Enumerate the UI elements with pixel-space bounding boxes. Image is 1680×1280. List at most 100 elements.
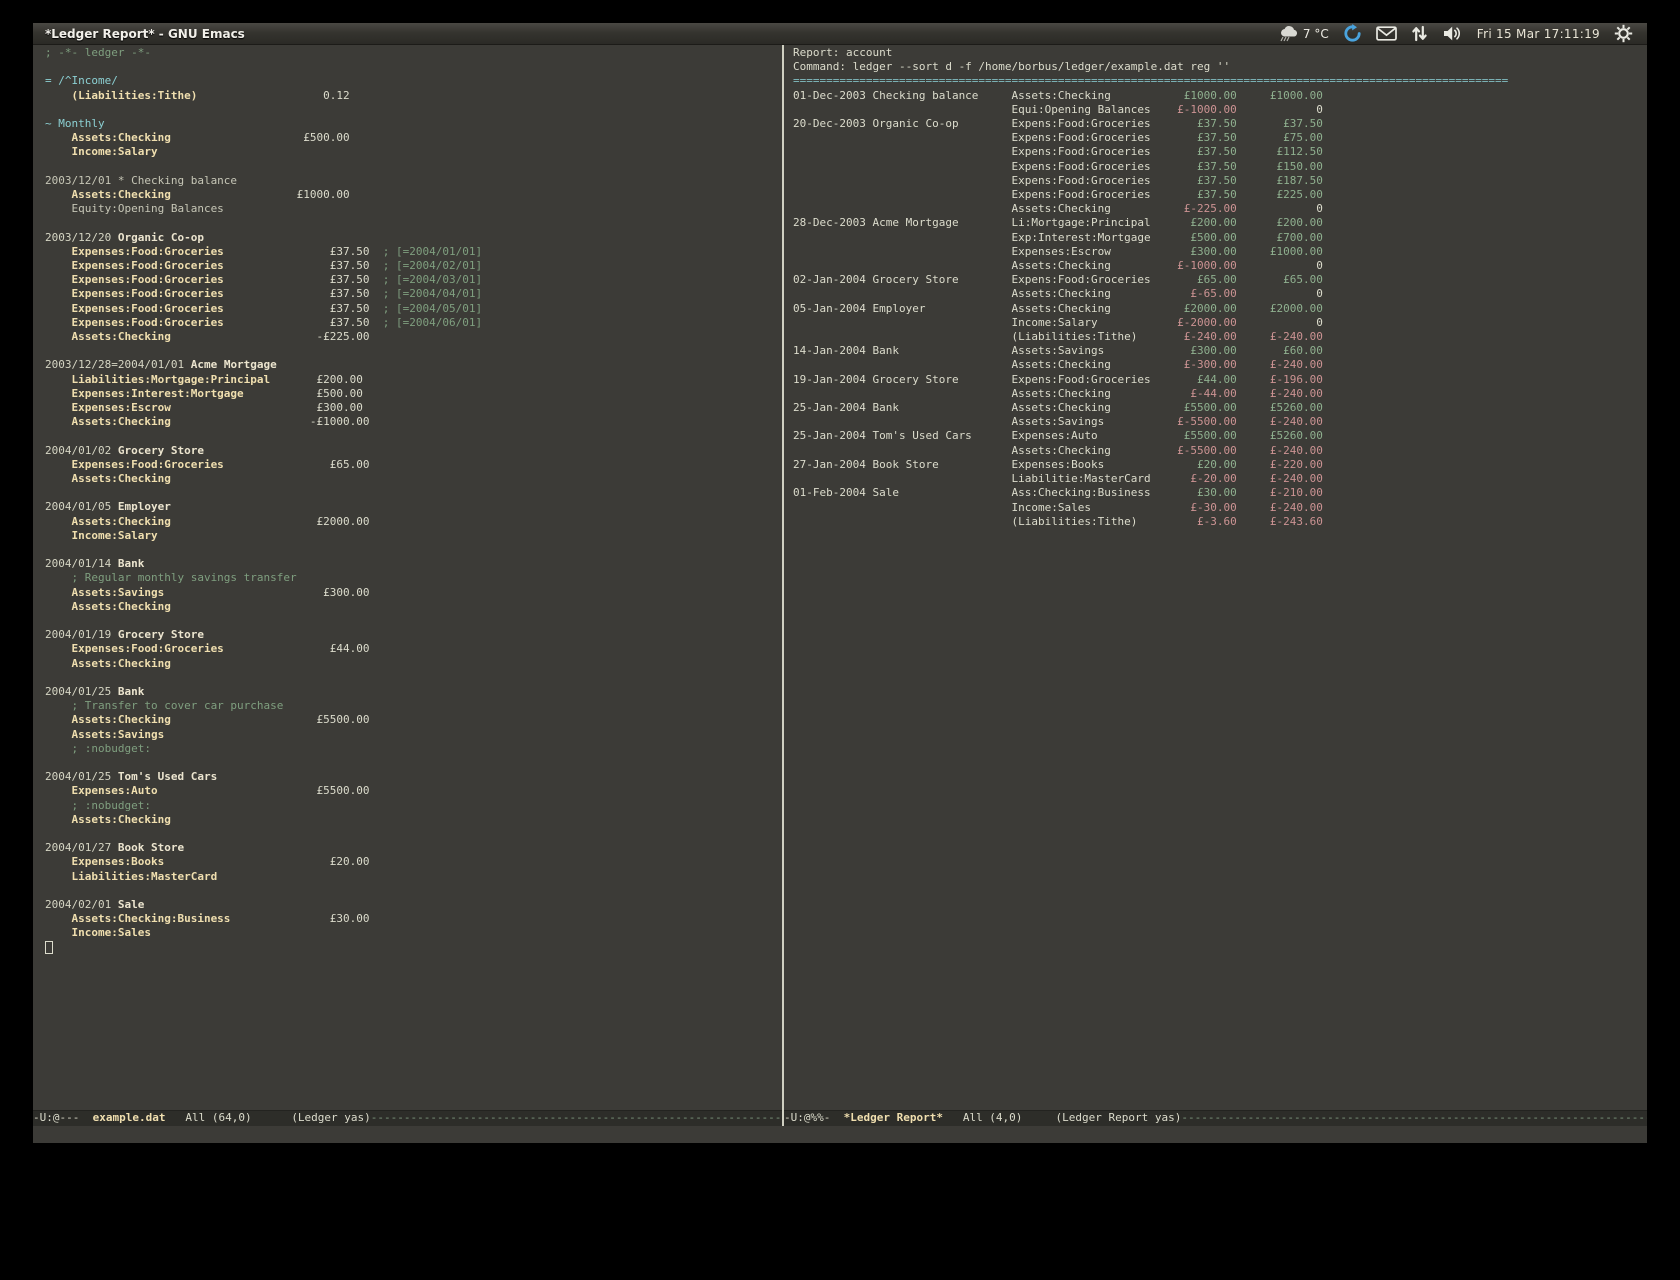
buffer-line	[45, 614, 782, 628]
text-segment: Expenses:Food:Groceries	[45, 458, 224, 471]
text-segment: Equi:Opening Balances	[793, 103, 1157, 116]
text-segment: 01-Feb-2004 Sale Ass:Checking:Business	[793, 486, 1157, 499]
text-segment: £200.00	[1157, 216, 1236, 229]
buffer-line: Expenses:Food:Groceries £37.50 ; [=2004/…	[45, 302, 782, 316]
weather-cloud-icon	[1279, 25, 1299, 42]
text-segment: Assets:Checking	[793, 202, 1157, 215]
text-segment: 2004/02/01	[45, 898, 118, 911]
buffer-line: 2003/12/20 Organic Co-op	[45, 231, 782, 245]
buffer-line: Expenses:Escrow £300.00 £1000.00	[793, 245, 1647, 259]
text-segment: £2000.00	[1157, 302, 1236, 315]
text-segment: £-240.00	[1243, 444, 1322, 457]
buffer-line: Assets:Savings £300.00	[45, 586, 782, 600]
text-segment: £-44.00	[1157, 387, 1236, 400]
text-segment: -£225.00	[171, 330, 370, 343]
buffer-line: ; -*- ledger -*-	[45, 46, 782, 60]
buffer-line: Expenses:Food:Groceries £37.50 ; [=2004/…	[45, 245, 782, 259]
text-segment: ; Transfer to cover car purchase	[45, 699, 283, 712]
text-segment: 01-Dec-2003 Checking balance Assets:Chec…	[793, 89, 1157, 102]
text-segment: £300.00	[1157, 344, 1236, 357]
text-segment: 2003/12/01 * Checking balance	[45, 174, 237, 187]
ledger-report-buffer[interactable]: Report: accountCommand: ledger --sort d …	[784, 45, 1647, 1110]
buffer-line: Assets:Checking £-225.00 0	[793, 202, 1647, 216]
buffer-name: *Ledger Report*	[844, 1111, 943, 1124]
text-segment: £1000.00	[1157, 89, 1236, 102]
text-segment: (Liabilities:Tithe)	[45, 89, 197, 102]
buffer-line: 2004/01/02 Grocery Store	[45, 444, 782, 458]
text-segment: Assets:Checking:Business	[45, 912, 230, 925]
weather-applet[interactable]: 7 °C	[1279, 25, 1329, 42]
text-segment: £-65.00	[1157, 287, 1236, 300]
text-segment: £5500.00	[1157, 429, 1236, 442]
network-arrows-icon[interactable]	[1411, 25, 1428, 42]
text-segment: £5500.00	[158, 784, 370, 797]
text-segment: £2000.00	[1243, 302, 1322, 315]
buffer-line: Report: account	[793, 46, 1647, 60]
text-segment: £-240.00	[1243, 330, 1322, 343]
left-modeline[interactable]: -U:@--- example.dat All (64,0) (Ledger y…	[33, 1110, 782, 1126]
text-segment: 05-Jan-2004 Employer Assets:Checking	[793, 302, 1157, 315]
buffer-line: Expens:Food:Groceries £37.50 £225.00	[793, 188, 1647, 202]
text-segment: Assets:Checking	[45, 713, 171, 726]
buffer-line: 2004/01/05 Employer	[45, 500, 782, 514]
text-segment: Expenses:Food:Groceries	[45, 287, 224, 300]
text-segment: £-210.00	[1243, 486, 1322, 499]
volume-icon[interactable]	[1442, 25, 1463, 42]
emacs-frame: ; -*- ledger -*- = /^Income/ (Liabilities…	[33, 45, 1647, 1143]
text-segment: 25-Jan-2004 Tom's Used Cars Expenses:Aut…	[793, 429, 1157, 442]
text-segment: Income:Salary	[45, 145, 158, 158]
buffer-line: 27-Jan-2004 Book Store Expenses:Books £2…	[793, 458, 1647, 472]
echo-area[interactable]	[33, 1126, 1647, 1143]
buffer-line: ; Transfer to cover car purchase	[45, 699, 782, 713]
text-segment: 28-Dec-2003 Acme Mortgage Li:Mortgage:Pr…	[793, 216, 1157, 229]
text-segment: £20.00	[164, 855, 369, 868]
text-segment: £1000.00	[1243, 245, 1322, 258]
text-segment: Assets:Checking	[793, 287, 1157, 300]
text-segment: Assets:Checking	[45, 131, 171, 144]
text-segment: Assets:Checking	[45, 330, 171, 343]
text-segment: Assets:Checking	[45, 813, 171, 826]
buffer-line: 25-Jan-2004 Bank Assets:Checking £5500.0…	[793, 401, 1647, 415]
buffer-line	[45, 884, 782, 898]
mail-icon[interactable]	[1376, 26, 1397, 41]
top-panel: *Ledger Report* - GNU Emacs 7 °C	[33, 23, 1647, 45]
text-segment: Expenses:Interest:Mortgage	[45, 387, 244, 400]
text-segment: 2004/01/27	[45, 841, 118, 854]
buffer-line: ~ Monthly	[45, 117, 782, 131]
ledger-file-buffer[interactable]: ; -*- ledger -*- = /^Income/ (Liabilities…	[33, 45, 782, 1110]
text-segment: £60.00	[1243, 344, 1322, 357]
text-segment: Assets:Checking	[793, 387, 1157, 400]
text-segment: £5260.00	[1243, 429, 1322, 442]
buffer-line: = /^Income/	[45, 74, 782, 88]
text-segment: 0	[1243, 316, 1322, 329]
text-segment: Exp:Interest:Mortgage	[793, 231, 1157, 244]
buffer-line: Expenses:Interest:Mortgage £500.00	[45, 387, 782, 401]
system-tray: 7 °C Fri 15 Mar 17:11:19	[1279, 24, 1647, 43]
buffer-line: Assets:Checking	[45, 813, 782, 827]
text-segment: Expens:Food:Groceries	[793, 174, 1157, 187]
text-segment: £37.50	[224, 316, 370, 329]
buffer-line: (Liabilities:Tithe) £-240.00 £-240.00	[793, 330, 1647, 344]
text-segment: £-196.00	[1243, 373, 1322, 386]
text-segment: £37.50	[1157, 188, 1236, 201]
text-segment: £-243.60	[1243, 515, 1322, 528]
buffer-line	[45, 160, 782, 174]
session-gear-icon[interactable]	[1614, 24, 1633, 43]
buffer-line: Expenses:Food:Groceries £37.50 ; [=2004/…	[45, 287, 782, 301]
text-segment: £300.00	[171, 401, 363, 414]
buffer-line: Assets:Checking -£225.00	[45, 330, 782, 344]
buffer-line: Expens:Food:Groceries £37.50 £112.50	[793, 145, 1647, 159]
buffer-line: Expens:Food:Groceries £37.50 £150.00	[793, 160, 1647, 174]
text-segment: 2003/12/28=2004/01/01	[45, 358, 191, 371]
buffer-line: Assets:Checking £500.00	[45, 131, 782, 145]
text-segment: £-240.00	[1243, 472, 1322, 485]
buffer-line: Assets:Checking £-1000.00 0	[793, 259, 1647, 273]
buffer-line: 20-Dec-2003 Organic Co-op Expens:Food:Gr…	[793, 117, 1647, 131]
clock-label[interactable]: Fri 15 Mar 17:11:19	[1477, 27, 1600, 41]
refresh-icon[interactable]	[1343, 24, 1362, 43]
right-modeline[interactable]: -U:@%%- *Ledger Report* All (4,0) (Ledge…	[784, 1110, 1647, 1126]
buffer-line: (Liabilities:Tithe) 0.12	[45, 89, 782, 103]
buffer-line: Assets:Checking £-65.00 0	[793, 287, 1647, 301]
window-split: ; -*- ledger -*- = /^Income/ (Liabilities…	[33, 45, 1647, 1126]
text-segment: £-240.00	[1243, 358, 1322, 371]
